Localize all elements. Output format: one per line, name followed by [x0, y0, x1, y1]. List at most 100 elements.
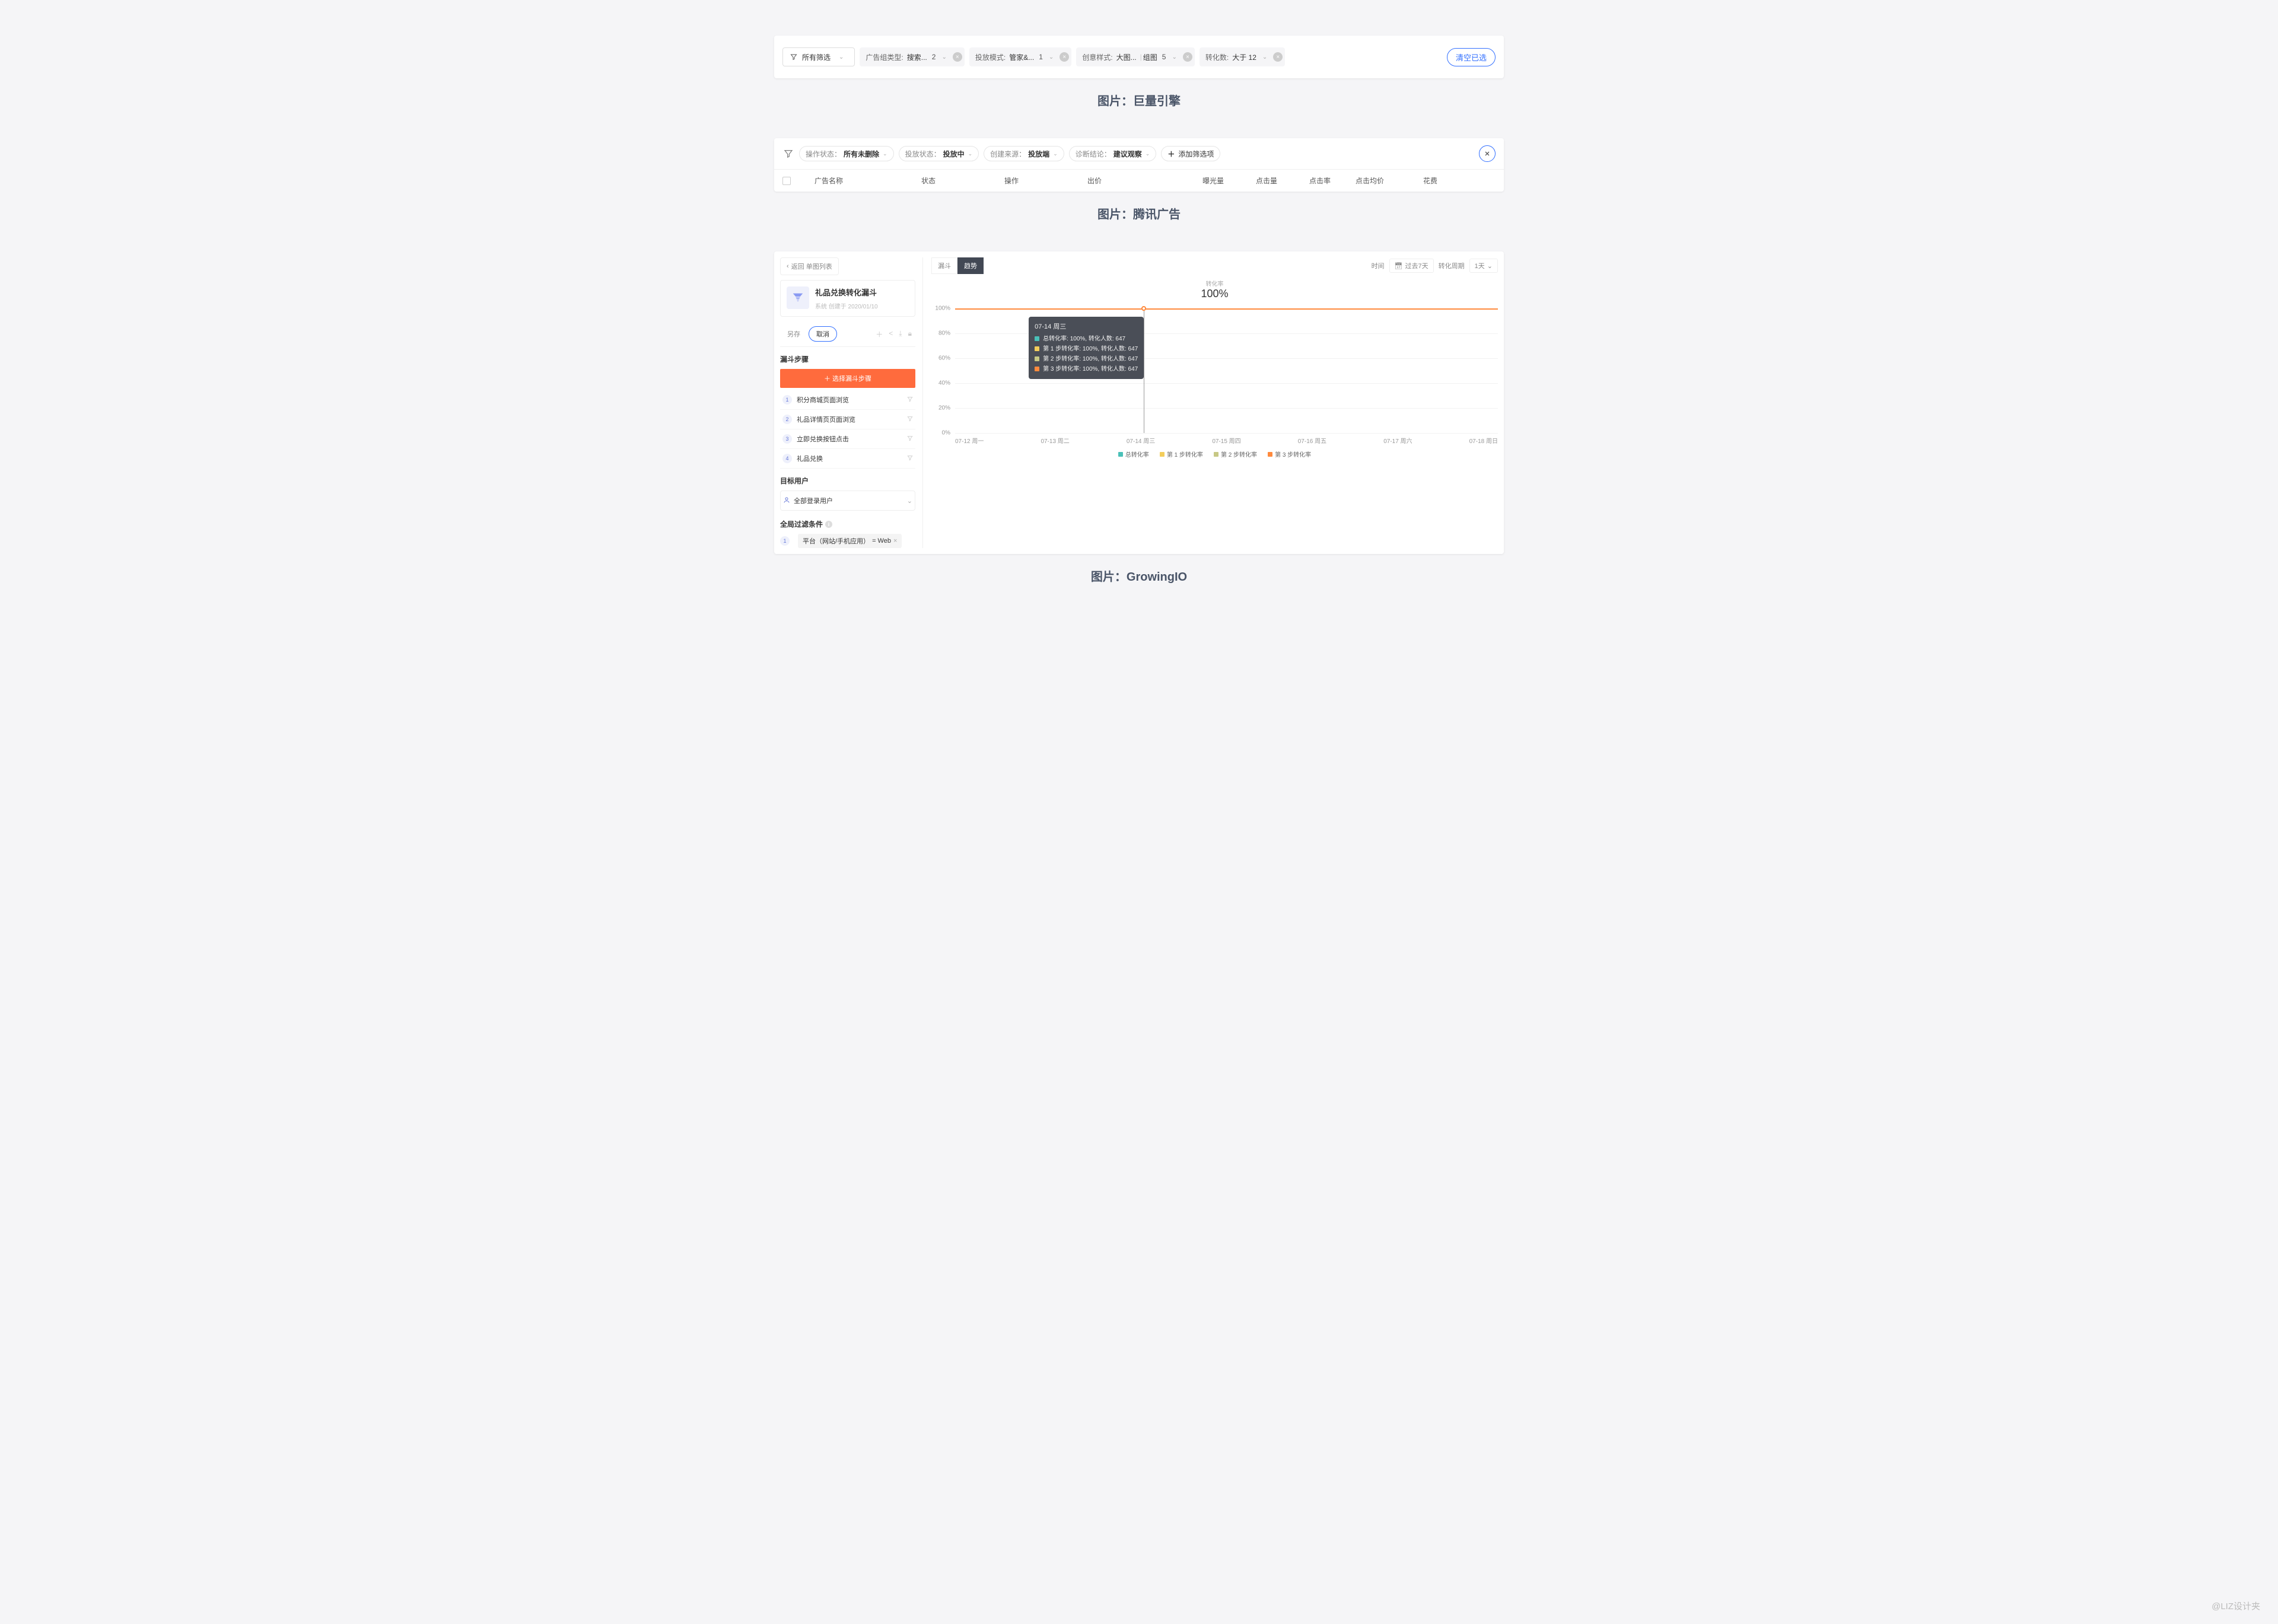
clear-filter-icon[interactable]: ×	[1183, 52, 1192, 62]
lock-icon[interactable]: 🔒︎	[908, 329, 912, 339]
back-button[interactable]: ‹ 返回 单图列表	[780, 257, 839, 275]
calendar-icon: 📅︎	[1395, 262, 1403, 270]
info-icon[interactable]: i	[825, 521, 832, 528]
col-header: 出价	[1087, 176, 1170, 186]
chevron-down-icon: ⌄	[1172, 54, 1176, 60]
select-all-checkbox[interactable]	[782, 177, 791, 185]
legend-item[interactable]: 第 2 步转化率	[1214, 450, 1257, 458]
time-select[interactable]: 📅︎ 过去7天	[1389, 259, 1434, 273]
filter-chip[interactable]: 投放状态：投放中⌄	[899, 146, 979, 161]
clear-filter-icon[interactable]: ×	[1273, 52, 1283, 62]
steps-title: 漏斗步骤	[780, 354, 915, 364]
chevron-down-icon: ⌄	[1053, 151, 1058, 157]
cond-tag[interactable]: 平台（网站/手机应用） = Web ×	[798, 534, 902, 548]
col-header: 广告名称	[815, 176, 921, 186]
step-row[interactable]: 1积分商城页面浏览	[780, 390, 915, 410]
col-header: 点击量	[1236, 176, 1277, 186]
filter-group[interactable]: 创意样式:大图...|组图5⌄×	[1076, 47, 1195, 66]
tab-trend[interactable]: 趋势	[957, 257, 984, 274]
col-header: 花费	[1396, 176, 1437, 186]
save-as-button[interactable]: 另存	[784, 327, 804, 341]
step-row[interactable]: 2礼品详情页页面浏览	[780, 410, 915, 429]
line-chart: 0%20%40%60%80%100% 07-14 周三 总转化率: 100%, …	[931, 308, 1498, 445]
col-header: 曝光量	[1182, 176, 1224, 186]
data-line	[955, 308, 1498, 310]
chevron-down-icon: ⌄	[1049, 54, 1054, 60]
chevron-left-icon: ‹	[787, 263, 789, 270]
growingio-panel: ‹ 返回 单图列表 礼品兑换转化漏斗 系统 创建于 2020/01/10 另存 …	[774, 251, 1504, 554]
col-header: 点击均价	[1342, 176, 1384, 186]
x-axis: 07-12 周一07-13 周二07-14 周三07-15 周四07-16 周五…	[955, 436, 1498, 445]
legend-item[interactable]: 第 3 步转化率	[1268, 450, 1311, 458]
data-point	[1141, 306, 1146, 311]
step-row[interactable]: 4礼品兑换	[780, 449, 915, 469]
target-title: 目标用户	[780, 476, 915, 486]
funnel-small-icon[interactable]	[907, 435, 913, 443]
sidebar: ‹ 返回 单图列表 礼品兑换转化漏斗 系统 创建于 2020/01/10 另存 …	[780, 257, 915, 548]
cycle-label: 转化周期	[1439, 261, 1465, 270]
funnel-large-icon	[787, 286, 809, 309]
add-filter-label: 添加筛选项	[1178, 149, 1214, 159]
global-cond-title: 全局过滤条件 i	[780, 519, 915, 529]
caption-3: 图片：GrowingIO	[774, 567, 1504, 584]
filter-group[interactable]: 广告组类型:搜索...2⌄×	[860, 47, 964, 66]
chevron-down-icon: ⌄	[968, 151, 973, 157]
funnel-small-icon[interactable]	[907, 396, 913, 404]
plus-icon[interactable]: ＋	[876, 329, 883, 339]
legend-item[interactable]: 第 1 步转化率	[1160, 450, 1203, 458]
clear-selection-button[interactable]: 清空已选	[1447, 48, 1496, 66]
time-label: 时间	[1372, 261, 1385, 270]
chart-big-value: 100%	[931, 288, 1498, 300]
tab-funnel[interactable]: 漏斗	[931, 257, 957, 274]
filter-chip[interactable]: 创建来源：投放端⌄	[984, 146, 1064, 161]
add-step-button[interactable]: ＋ 选择漏斗步骤	[780, 369, 915, 388]
cond-chip: 1 平台（网站/手机应用） = Web ×	[780, 534, 902, 548]
all-filters-label: 所有筛选	[802, 52, 831, 62]
remove-cond-icon[interactable]: ×	[893, 537, 897, 544]
chevron-down-icon: ⌄	[1487, 262, 1493, 270]
cancel-button[interactable]: 取消	[809, 326, 837, 342]
clear-filter-icon[interactable]: ×	[1060, 52, 1069, 62]
main-chart-area: 漏斗 趋势 时间 📅︎ 过去7天 转化周期 1天 ⌄ 转化率 100% 0%20	[922, 257, 1498, 548]
cycle-select[interactable]: 1天 ⌄	[1469, 259, 1498, 273]
tencent-panel: 操作状态：所有未删除⌄投放状态：投放中⌄创建来源：投放端⌄诊断结论：建议观察⌄ …	[774, 138, 1504, 192]
download-icon[interactable]: ⤓	[899, 329, 902, 339]
chart-tooltip: 07-14 周三 总转化率: 100%, 转化人数: 647第 1 步转化率: …	[1029, 317, 1144, 379]
chevron-down-icon: ⌄	[941, 54, 946, 60]
clear-filter-icon[interactable]: ×	[953, 52, 962, 62]
tencent-filter-row: 操作状态：所有未删除⌄投放状态：投放中⌄创建来源：投放端⌄诊断结论：建议观察⌄ …	[774, 138, 1504, 170]
legend: 总转化率 第 1 步转化率 第 2 步转化率 第 3 步转化率	[931, 450, 1498, 458]
funnel-meta: 系统 创建于 2020/01/10	[815, 301, 878, 310]
chevron-down-icon: ⌄	[1146, 151, 1150, 157]
chevron-down-icon: ⌄	[883, 151, 887, 157]
caption-1: 图片：巨量引擎	[774, 91, 1504, 109]
close-button[interactable]	[1479, 145, 1496, 162]
plus-icon: ＋	[1167, 149, 1175, 159]
funnel-icon	[782, 148, 794, 160]
funnel-small-icon[interactable]	[907, 416, 913, 423]
chevron-down-icon: ⌄	[907, 497, 912, 505]
chevron-down-icon: ⌄	[839, 54, 844, 60]
juliang-filter-bar: 所有筛选 ⌄ 广告组类型:搜索...2⌄×投放模式:管家&...1⌄×创意样式:…	[774, 36, 1504, 78]
chevron-down-icon: ⌄	[1262, 54, 1267, 60]
filter-chip[interactable]: 诊断结论：建议观察⌄	[1069, 146, 1157, 161]
watermark: @LIZ设计夹	[2212, 1600, 2260, 1612]
chart-subtitle: 转化率	[931, 279, 1498, 288]
funnel-title: 礼品兑换转化漏斗	[815, 286, 878, 298]
action-row: 另存 取消 ＋ < ⤓ 🔒︎	[780, 321, 915, 347]
step-row[interactable]: 3立即兑换按钮点击	[780, 429, 915, 449]
col-header: 点击率	[1289, 176, 1331, 186]
funnel-small-icon[interactable]	[907, 455, 913, 463]
share-icon[interactable]: <	[889, 329, 893, 339]
user-icon	[783, 496, 790, 505]
add-filter-chip[interactable]: ＋ 添加筛选项	[1161, 146, 1220, 161]
all-filters-button[interactable]: 所有筛选 ⌄	[782, 47, 855, 66]
filter-group[interactable]: 转化数:大于 12⌄×	[1200, 47, 1285, 66]
legend-item[interactable]: 总转化率	[1118, 450, 1149, 458]
col-header: 状态	[921, 176, 1004, 186]
target-user-select[interactable]: 全部登录用户 ⌄	[780, 491, 915, 511]
col-header: 操作	[1004, 176, 1087, 186]
filter-chip[interactable]: 操作状态：所有未删除⌄	[799, 146, 894, 161]
funnel-title-card: 礼品兑换转化漏斗 系统 创建于 2020/01/10	[780, 280, 915, 317]
filter-group[interactable]: 投放模式:管家&...1⌄×	[969, 47, 1071, 66]
